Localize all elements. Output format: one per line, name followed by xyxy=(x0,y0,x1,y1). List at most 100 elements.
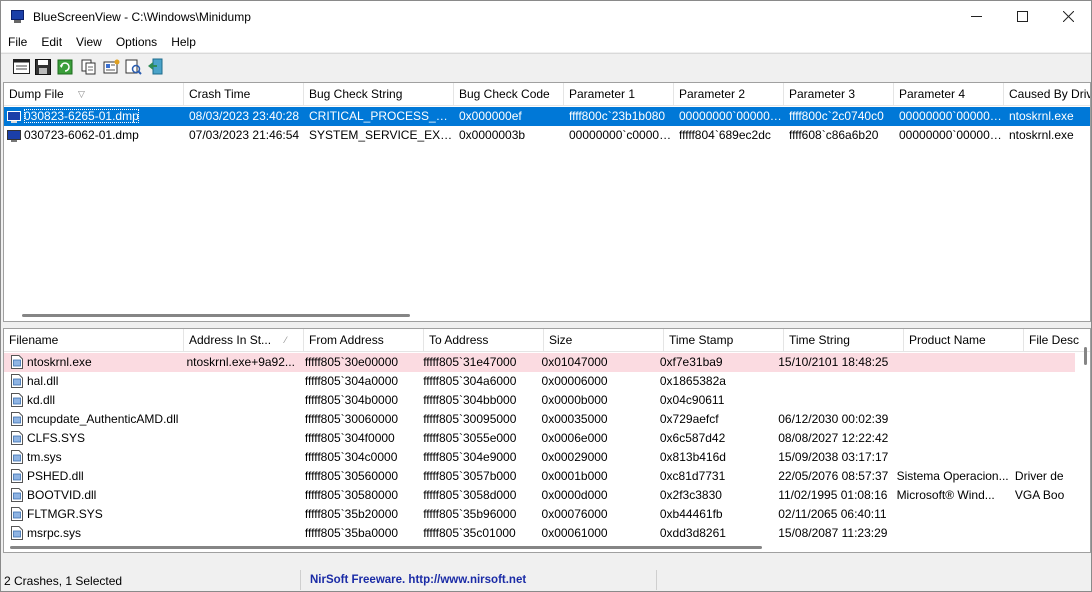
crash-row[interactable]: 030823-6265-01.dmp 08/03/2023 23:40:28 C… xyxy=(4,107,1090,126)
driver-file-icon xyxy=(11,354,23,369)
col-parameter-4[interactable]: Parameter 4 xyxy=(894,83,1004,106)
col-dump-file[interactable]: Dump File ▽ xyxy=(4,83,184,106)
properties-button[interactable] xyxy=(10,56,32,78)
advanced-options-icon xyxy=(125,59,142,75)
exit-button[interactable] xyxy=(144,56,166,78)
toolbar xyxy=(1,53,1091,79)
filename-cell: BOOTVID.dll xyxy=(4,486,182,505)
refresh-button[interactable] xyxy=(54,56,76,78)
parameter-1-cell: ffff800c`23b1b080 xyxy=(569,109,666,123)
col-to-address[interactable]: To Address xyxy=(424,329,544,352)
file-description-cell xyxy=(1010,391,1075,410)
address-in-stack-cell xyxy=(182,448,300,467)
address-in-stack-cell xyxy=(182,505,300,524)
col-parameter-1[interactable]: Parameter 1 xyxy=(564,83,674,106)
menu-view[interactable]: View xyxy=(69,32,109,52)
parameter-1-cell: 00000000`c00000... xyxy=(569,128,674,142)
driver-file-icon xyxy=(11,506,23,521)
col-file-description[interactable]: File Desc xyxy=(1024,329,1090,352)
col-bug-check-code[interactable]: Bug Check Code xyxy=(454,83,564,106)
menu-file[interactable]: File xyxy=(1,32,34,52)
time-stamp-cell: 0xf7e31ba9 xyxy=(659,355,723,369)
crash-row[interactable]: 030723-6062-01.dmp 07/03/2023 21:46:54 S… xyxy=(4,126,1090,145)
window-title: BlueScreenView - C:\Windows\Minidump xyxy=(33,9,251,24)
col-time-string[interactable]: Time String xyxy=(784,329,904,352)
file-description-cell: VGA Boo xyxy=(1014,488,1065,502)
file-description-cell xyxy=(1010,505,1075,524)
refresh-icon xyxy=(57,59,73,74)
time-string-cell: 15/09/2038 03:17:17 xyxy=(778,450,889,464)
caused-by-driver-cell: ntoskrnl.exe xyxy=(1009,109,1074,123)
crash-list-hscroll-thumb[interactable] xyxy=(22,314,410,317)
col-bug-check-string[interactable]: Bug Check String xyxy=(304,83,454,106)
bug-check-code-cell: 0x000000ef xyxy=(459,109,522,123)
driver-list-hscroll-thumb[interactable] xyxy=(10,546,762,549)
driver-row[interactable]: FLTMGR.SYS fffff805`35b20000 fffff805`35b9… xyxy=(4,505,1075,524)
driver-file-icon xyxy=(11,449,23,464)
col-time-stamp[interactable]: Time Stamp xyxy=(664,329,784,352)
col-crash-time[interactable]: Crash Time xyxy=(184,83,304,106)
col-from-address[interactable]: From Address xyxy=(304,329,424,352)
col-address-in-stack[interactable]: Address In St... ⁄ xyxy=(184,329,304,352)
driver-file-name: ntoskrnl.exe xyxy=(27,355,92,369)
from-address-cell: fffff805`304c0000 xyxy=(304,450,398,464)
driver-list[interactable]: Filename Address In St... ⁄ From Address … xyxy=(3,328,1091,553)
crash-list[interactable]: Dump File ▽ Crash Time Bug Check String B… xyxy=(3,82,1091,322)
copy-button[interactable] xyxy=(78,56,100,78)
col-size[interactable]: Size xyxy=(544,329,664,352)
driver-row[interactable]: tm.sys fffff805`304c0000 fffff805`304e9000… xyxy=(4,448,1075,467)
save-button[interactable] xyxy=(32,56,54,78)
filename-cell: FLTMGR.SYS xyxy=(4,505,182,524)
driver-row[interactable]: msrpc.sys fffff805`35ba0000 fffff805`35c01… xyxy=(4,524,1075,543)
driver-file-name: tm.sys xyxy=(27,450,62,464)
driver-row[interactable]: mcupdate_AuthenticAMD.dll fffff805`300600… xyxy=(4,410,1075,429)
driver-row[interactable]: BOOTVID.dll fffff805`30580000 fffff805`305… xyxy=(4,486,1075,505)
menu-help[interactable]: Help xyxy=(164,32,203,52)
col-parameter-3[interactable]: Parameter 3 xyxy=(784,83,894,106)
nirsoft-link[interactable]: NirSoft Freeware. http://www.nirsoft.net xyxy=(301,570,526,590)
driver-list-hscrollbar[interactable] xyxy=(4,542,1090,552)
product-name-cell xyxy=(892,505,1010,524)
driver-row[interactable]: hal.dll fffff805`304a0000 fffff805`304a600… xyxy=(4,372,1075,391)
driver-row[interactable]: CLFS.SYS fffff805`304f0000 fffff805`3055e0… xyxy=(4,429,1075,448)
size-cell: 0x0000b000 xyxy=(541,393,608,407)
title-bar[interactable]: BlueScreenView - C:\Windows\Minidump xyxy=(1,1,1091,32)
advanced-options-button[interactable] xyxy=(122,56,144,78)
html-report-button[interactable] xyxy=(100,56,122,78)
product-name-cell xyxy=(892,524,1010,543)
from-address-cell: fffff805`304b0000 xyxy=(304,393,399,407)
driver-file-icon xyxy=(11,411,23,426)
maximize-button[interactable] xyxy=(999,1,1045,32)
from-address-cell: fffff805`30560000 xyxy=(304,469,399,483)
time-string-cell: 02/11/2065 06:40:11 xyxy=(778,507,887,521)
driver-list-vscroll-thumb[interactable] xyxy=(1084,347,1087,365)
driver-file-icon xyxy=(11,468,23,483)
bluescreen-app-icon xyxy=(10,9,26,24)
filename-cell: mcupdate_AuthenticAMD.dll xyxy=(4,410,182,429)
col-parameter-2[interactable]: Parameter 2 xyxy=(674,83,784,106)
address-in-stack-cell: ntoskrnl.exe+9a92... xyxy=(186,355,295,369)
size-cell: 0x0006e000 xyxy=(541,431,608,445)
bug-check-code-cell: 0x0000003b xyxy=(459,128,526,142)
driver-row[interactable]: ntoskrnl.exe ntoskrnl.exe+9a92... fffff805… xyxy=(4,353,1075,372)
minimize-button[interactable] xyxy=(953,1,999,32)
dump-file-name: 030723-6062-01.dmp xyxy=(24,128,139,142)
menu-options[interactable]: Options xyxy=(109,32,164,52)
driver-file-name: msrpc.sys xyxy=(27,526,81,540)
menu-edit[interactable]: Edit xyxy=(34,32,69,52)
filename-cell: kd.dll xyxy=(4,391,182,410)
driver-row[interactable]: PSHED.dll fffff805`30560000 fffff805`3057b… xyxy=(4,467,1075,486)
driver-list-header: Filename Address In St... ⁄ From Address … xyxy=(4,329,1090,352)
col-caused-by-driver[interactable]: Caused By Drive xyxy=(1004,83,1090,106)
time-stamp-cell: 0xc81d7731 xyxy=(659,469,726,483)
file-description-cell xyxy=(1010,524,1075,543)
col-filename[interactable]: Filename xyxy=(4,329,184,352)
col-product-name[interactable]: Product Name xyxy=(904,329,1024,352)
to-address-cell: fffff805`304e9000 xyxy=(423,450,517,464)
time-string-cell: 15/10/2101 18:48:25 xyxy=(778,355,889,369)
close-button[interactable] xyxy=(1045,1,1091,32)
crash-list-hscrollbar[interactable] xyxy=(4,310,1090,320)
save-icon xyxy=(35,58,51,75)
address-in-stack-cell xyxy=(182,410,300,429)
driver-row[interactable]: kd.dll fffff805`304b0000 fffff805`304bb000… xyxy=(4,391,1075,410)
